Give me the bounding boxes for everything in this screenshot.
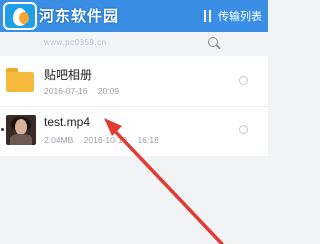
search-bar: www.pc0359.cn bbox=[0, 32, 268, 56]
indicator-dot bbox=[1, 128, 4, 131]
folder-icon bbox=[6, 66, 36, 96]
file-list: 贴吧相册 2016-07-16 20:09 test.mp4 2.04MB 20… bbox=[0, 56, 268, 156]
file-name: 贴吧相册 bbox=[44, 68, 93, 82]
watermark-url: www.pc0359.cn bbox=[44, 38, 107, 47]
file-time: 20:09 bbox=[97, 86, 120, 96]
search-icon[interactable] bbox=[208, 37, 221, 50]
list-item[interactable]: 贴吧相册 2016-07-16 20:09 bbox=[0, 58, 268, 106]
file-size: 2.04MB bbox=[44, 135, 74, 145]
select-radio[interactable] bbox=[239, 76, 248, 85]
file-date: 2016-10-19 bbox=[83, 135, 128, 145]
file-meta: 2.04MB 2016-10-19 16:18 bbox=[44, 135, 159, 145]
transfer-list-label: 传输列表 bbox=[218, 11, 262, 23]
top-bar: 河东软件园 传输列表 bbox=[0, 0, 268, 32]
logo-title: 河东软件园 bbox=[39, 8, 120, 25]
transfer-icon bbox=[202, 10, 214, 22]
watermark-logo: 河东软件园 bbox=[3, 2, 153, 30]
file-date: 2016-07-16 bbox=[44, 86, 88, 96]
list-item[interactable]: test.mp4 2.04MB 2016-10-19 16:18 bbox=[0, 106, 268, 154]
file-time: 16:18 bbox=[137, 135, 159, 145]
select-radio[interactable] bbox=[239, 125, 248, 134]
transfer-list-button[interactable]: 传输列表 bbox=[202, 6, 262, 26]
file-meta: 2016-07-16 20:09 bbox=[44, 86, 119, 96]
empty-area bbox=[0, 156, 268, 244]
file-name: test.mp4 bbox=[44, 115, 91, 129]
logo-badge-icon bbox=[3, 2, 37, 30]
video-thumbnail bbox=[6, 115, 36, 145]
